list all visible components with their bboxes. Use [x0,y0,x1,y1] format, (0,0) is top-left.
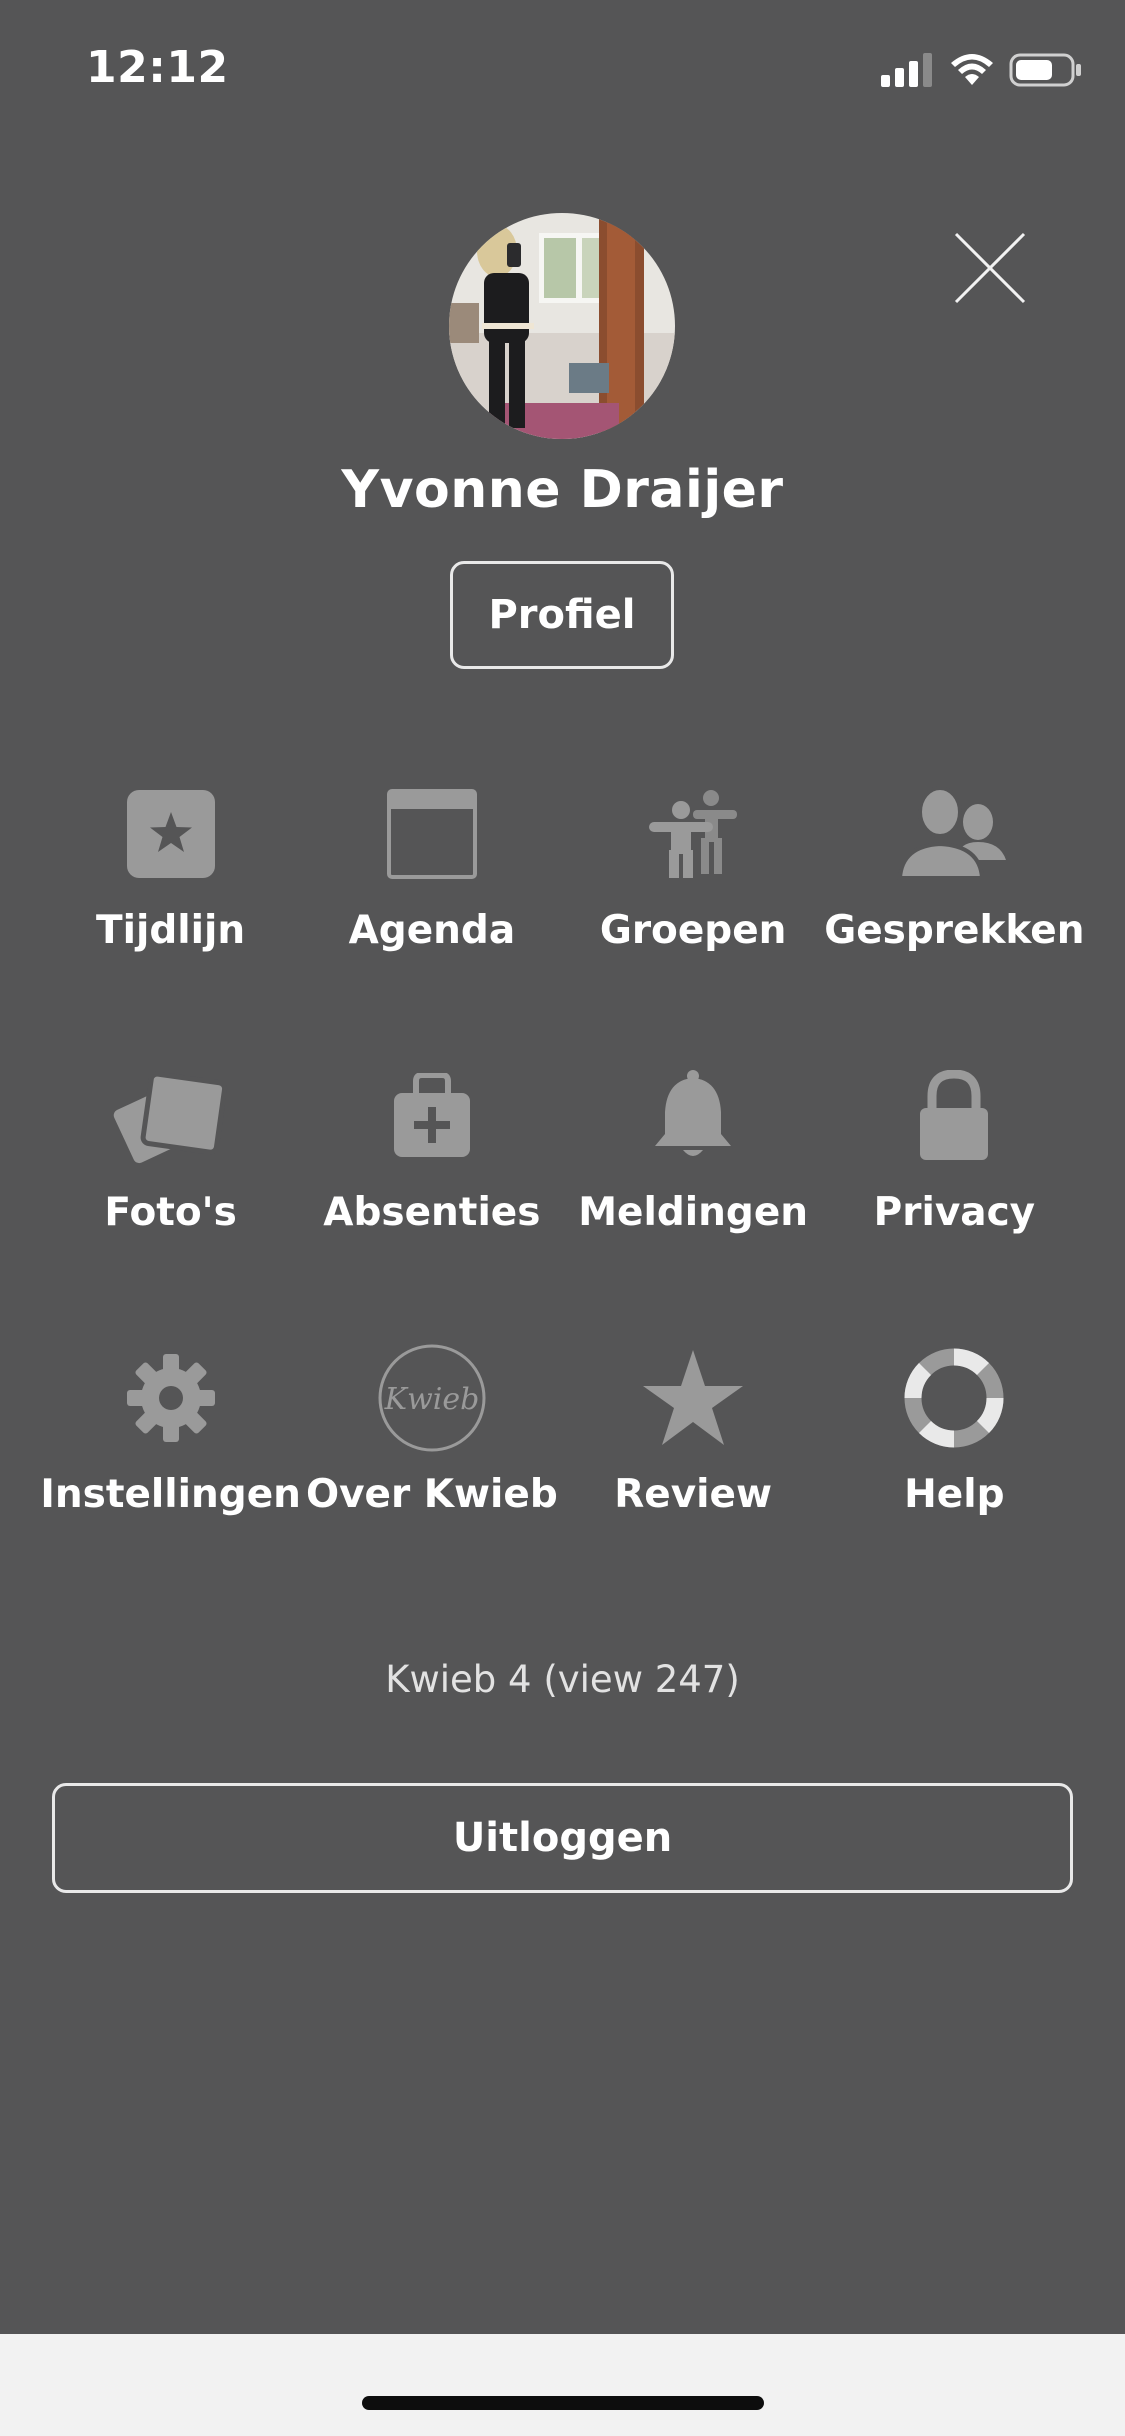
menu-label: Gesprekken [824,908,1085,953]
logout-button[interactable]: Uitloggen [52,1783,1073,1893]
menu-label: Privacy [873,1190,1036,1235]
menu-item-absenties[interactable]: Absenties [301,1042,562,1324]
status-icons [881,48,1083,92]
menu-item-meldingen[interactable]: Meldingen [563,1042,824,1324]
photos-icon [113,1071,227,1164]
lifebuoy-icon [904,1348,1004,1448]
menu-item-gesprekken[interactable]: Gesprekken [824,760,1085,1042]
avatar[interactable] [449,213,675,439]
menu-label: Instellingen [40,1472,301,1517]
menu-label: Absenties [323,1190,541,1235]
menu-item-tijdlijn[interactable]: Tijdlijn [40,760,301,1042]
menu-label: Tijdlijn [96,908,246,953]
kwieb-logo-icon: Kwieb [378,1344,486,1452]
menu-item-instellingen[interactable]: Instellingen [40,1324,301,1606]
timeline-star-icon [126,790,215,878]
menu-item-review[interactable]: Review [563,1324,824,1606]
menu-grid: Tijdlijn Agenda Groepen Gesprekken Foto'… [40,760,1085,1606]
profile-button[interactable]: Profiel [450,561,674,669]
menu-item-over-kwieb[interactable]: Kwieb Over Kwieb [301,1324,562,1606]
star-icon [643,1350,744,1445]
menu-item-groepen[interactable]: Groepen [563,760,824,1042]
menu-label: Over Kwieb [305,1472,558,1517]
menu-label: Foto's [104,1190,237,1235]
user-name: Yvonne Draijer [341,460,784,520]
groups-icon [649,790,738,878]
menu-item-agenda[interactable]: Agenda [301,760,562,1042]
side-menu-screen: 12:12 Yvonne Draijer Profiel Tijdlijn Ag… [0,0,1125,2436]
bell-icon [655,1070,732,1156]
calendar-icon [386,789,477,879]
medical-kit-icon [393,1073,470,1157]
menu-label: Groepen [599,908,787,953]
gear-icon [126,1354,215,1442]
menu-label: Agenda [348,908,516,953]
status-time: 12:12 [86,42,229,93]
avatar-photo [449,213,675,439]
home-indicator[interactable] [362,2396,764,2410]
lock-icon [920,1070,989,1160]
close-icon [954,232,1026,304]
menu-label: Help [904,1472,1005,1517]
wifi-icon [951,54,993,85]
menu-item-privacy[interactable]: Privacy [824,1042,1085,1324]
menu-item-help[interactable]: Help [824,1324,1085,1606]
close-button[interactable] [950,228,1030,308]
version-text: Kwieb 4 (view 247) [385,1658,740,1701]
menu-label: Review [614,1472,772,1517]
bottom-bar [0,2334,1125,2436]
menu-label: Meldingen [578,1190,809,1235]
kwieb-logo-text: Kwieb [384,1382,480,1417]
cellular-signal-icon [881,53,932,87]
menu-item-fotos[interactable]: Foto's [40,1042,301,1324]
conversations-icon [898,786,1007,880]
battery-icon [1009,53,1081,87]
